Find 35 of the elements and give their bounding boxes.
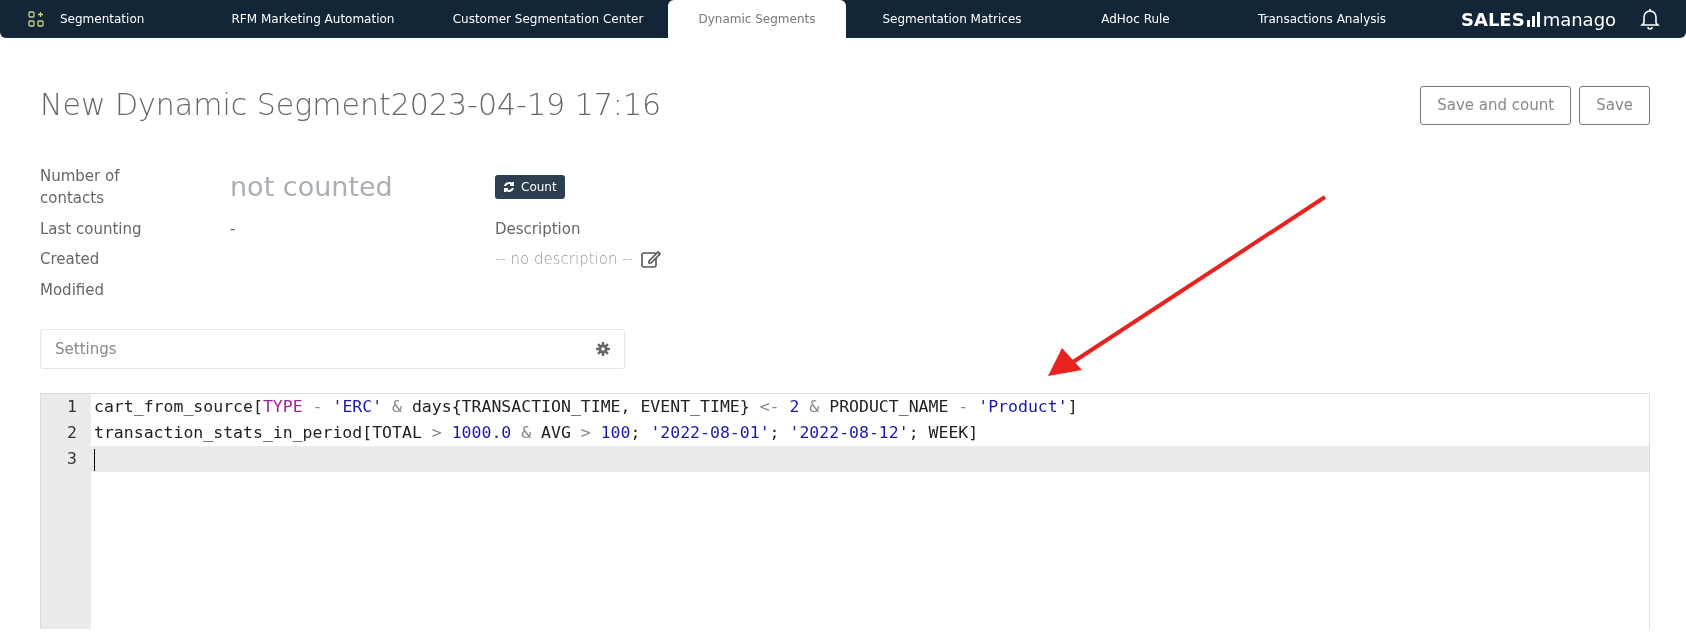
edit-icon[interactable] xyxy=(641,250,662,269)
nav-tab[interactable]: AdHoc Rule xyxy=(1058,0,1213,38)
bell-icon[interactable] xyxy=(1640,8,1660,30)
contacts-value: not counted xyxy=(230,169,394,204)
field-label: Last counting xyxy=(40,218,143,240)
line-number: 3 xyxy=(66,448,78,470)
settings-icon[interactable] xyxy=(596,342,610,356)
nav-tab[interactable]: Customer Segmentation Center xyxy=(428,0,668,38)
bars-logo-icon xyxy=(1526,11,1541,27)
line-number: 1 xyxy=(66,396,78,418)
refresh-icon xyxy=(503,181,515,193)
page-title: New Dynamic Segment2023-04-19 17:16 xyxy=(40,87,662,124)
outline-button[interactable]: Save xyxy=(1579,86,1650,125)
field-label: Number of contacts xyxy=(40,165,121,209)
description-value: -- no description -- xyxy=(495,249,634,270)
code-line[interactable]: transaction_stats_in_period[TOTAL > 1000.0 & AVG > 100; '2022-08-01'; '2022-08-12'; WEEK] xyxy=(94,423,979,442)
logo-text: manago xyxy=(1542,7,1617,32)
line-number: 2 xyxy=(66,422,78,444)
outline-button[interactable]: Save and count xyxy=(1420,86,1572,125)
field-label: Modified xyxy=(40,279,105,301)
nav-tab[interactable]: Transactions Analysis xyxy=(1213,0,1431,38)
nav-tab[interactable]: RFM Marketing Automation xyxy=(198,0,428,38)
code-line[interactable]: cart_from_source[TYPE - 'ERC' & days{TRANSACTION_TIME, EVENT_TIME} <- 2 & PRODUCT_NAME - 'Product'] xyxy=(94,397,1078,416)
apps-grid-icon[interactable] xyxy=(28,11,44,27)
count-button[interactable]: Count xyxy=(495,175,565,199)
settings-label: Settings xyxy=(55,338,117,360)
field-label: Created xyxy=(40,249,101,270)
text-cursor xyxy=(94,448,95,471)
field-label: Description xyxy=(495,218,582,240)
field-value: - xyxy=(230,218,237,240)
nav-tab[interactable]: Segmentation Matrices xyxy=(846,0,1058,38)
nav-tab[interactable]: Segmentation xyxy=(48,0,198,38)
logo-text: SALES xyxy=(1461,7,1525,32)
nav-tab[interactable]: Dynamic Segments xyxy=(668,0,846,38)
settings-bar[interactable]: Settings xyxy=(40,329,625,369)
